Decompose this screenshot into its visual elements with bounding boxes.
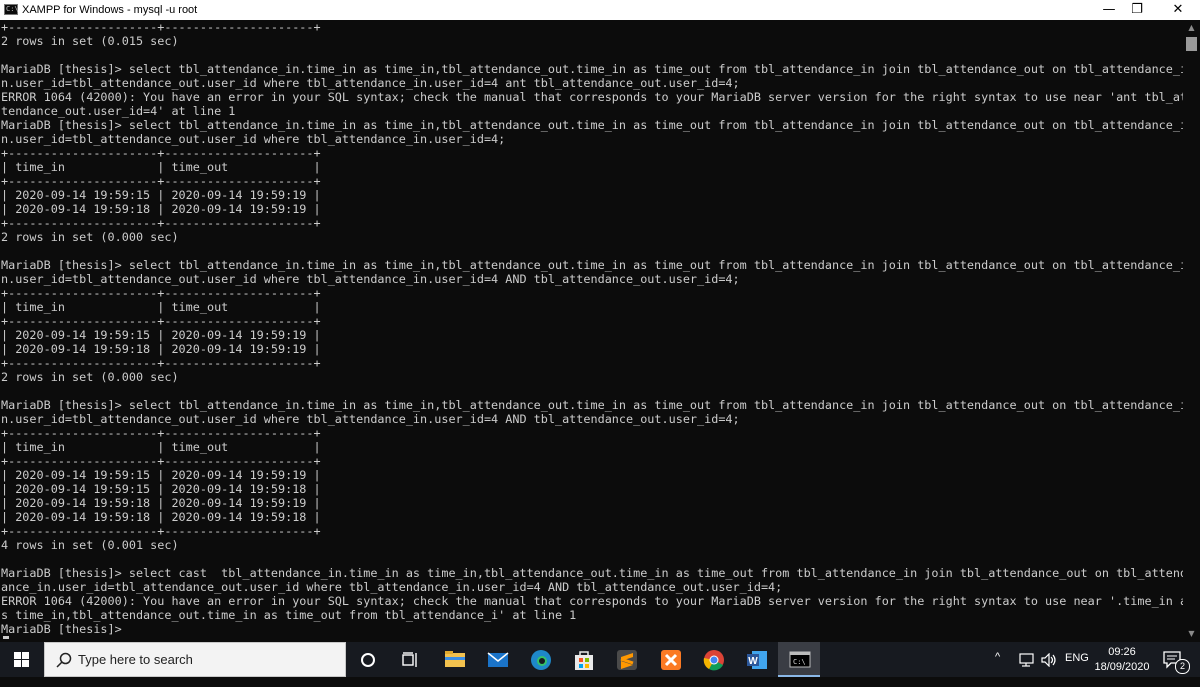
console-line: 2 rows in set (0.000 sec) xyxy=(1,370,179,384)
console-line: | 2020-09-14 19:59:18 | 2020-09-14 19:59… xyxy=(1,496,321,510)
console-line: MariaDB [thesis]> xyxy=(1,622,129,636)
show-hidden-icons-chevron[interactable]: ^ xyxy=(995,651,1000,686)
store-icon xyxy=(575,651,593,670)
edge-button[interactable] xyxy=(519,642,561,677)
clock-time: 09:26 xyxy=(1108,646,1136,658)
scroll-down-button[interactable]: ▼ xyxy=(1183,626,1200,642)
console-line: ERROR 1064 (42000): You have an error in… xyxy=(1,90,1183,104)
console-line: s time_in,tbl_attendance_out.time_in as … xyxy=(1,608,577,622)
window-title-bar[interactable]: C:\ XAMPP for Windows - mysql -u root — … xyxy=(0,0,1200,20)
svg-text:W: W xyxy=(748,656,758,667)
console-line: | 2020-09-14 19:59:15 | 2020-09-14 19:59… xyxy=(1,188,321,202)
console-line: +---------------------+-----------------… xyxy=(1,356,321,370)
word-icon: W xyxy=(747,651,767,669)
sublime-text-icon xyxy=(617,650,637,670)
console-line: +---------------------+-----------------… xyxy=(1,174,321,188)
console-line: | time_in | time_out | xyxy=(1,300,321,314)
console-line: | time_in | time_out | xyxy=(1,440,321,454)
volume-icon[interactable] xyxy=(1040,653,1058,667)
command-prompt-button[interactable]: C:\ xyxy=(778,642,820,677)
console-line: n.user_id=tbl_attendance_out.user_id whe… xyxy=(1,272,740,286)
close-button[interactable]: ✕ xyxy=(1160,0,1196,20)
console-line: MariaDB [thesis]> select tbl_attendance_… xyxy=(1,118,1183,132)
mail-icon xyxy=(487,652,509,667)
console-line: +---------------------+-----------------… xyxy=(1,524,321,538)
console-output[interactable]: +---------------------+-----------------… xyxy=(0,20,1183,642)
cortana-icon xyxy=(361,653,375,667)
scrollbar-thumb[interactable] xyxy=(1186,37,1197,51)
console-line: +---------------------+-----------------… xyxy=(1,146,321,160)
start-button[interactable] xyxy=(0,642,44,677)
console-line: | 2020-09-14 19:59:15 | 2020-09-14 19:59… xyxy=(1,482,321,496)
console-line: MariaDB [thesis]> select tbl_attendance_… xyxy=(1,398,1183,412)
clock-date: 18/09/2020 xyxy=(1094,661,1150,673)
console-line: | 2020-09-14 19:59:15 | 2020-09-14 19:59… xyxy=(1,468,321,482)
console-line: +---------------------+-----------------… xyxy=(1,454,321,468)
console-line: +---------------------+-----------------… xyxy=(1,426,321,440)
console-line: MariaDB [thesis]> select tbl_attendance_… xyxy=(1,62,1183,76)
chrome-icon xyxy=(703,650,724,671)
file-explorer-button[interactable] xyxy=(433,642,475,677)
cortana-button[interactable] xyxy=(346,642,388,677)
taskbar: Type here to search W C:\ ^ ENG 09:26 18… xyxy=(0,642,1200,677)
console-line: ance_in.user_id=tbl_attendance_out.user_… xyxy=(1,580,783,594)
console-line: n.user_id=tbl_attendance_out.user_id whe… xyxy=(1,412,740,426)
xampp-icon xyxy=(661,650,681,670)
console-line: 2 rows in set (0.015 sec) xyxy=(1,34,179,48)
console-line: | 2020-09-14 19:59:15 | 2020-09-14 19:59… xyxy=(1,328,321,342)
console-line: 4 rows in set (0.001 sec) xyxy=(1,538,179,552)
console-line: 2 rows in set (0.000 sec) xyxy=(1,230,179,244)
console-line: tendance_out.user_id=4' at line 1 xyxy=(1,104,236,118)
taskbar-search-box[interactable]: Type here to search xyxy=(44,642,346,677)
microsoft-store-button[interactable] xyxy=(562,642,604,677)
task-view-icon xyxy=(402,652,417,667)
search-icon xyxy=(56,652,72,668)
console-line: | 2020-09-14 19:59:18 | 2020-09-14 19:59… xyxy=(1,342,321,356)
network-icon[interactable] xyxy=(1018,653,1036,667)
notification-count-badge: 2 xyxy=(1175,659,1190,674)
edge-icon xyxy=(531,650,551,670)
console-line: +---------------------+-----------------… xyxy=(1,286,321,300)
vertical-scrollbar[interactable]: ▲ ▼ xyxy=(1183,20,1200,642)
action-center-button[interactable]: 2 xyxy=(1160,642,1200,677)
console-line: n.user_id=tbl_attendance_out.user_id whe… xyxy=(1,132,506,146)
system-clock[interactable]: 09:26 18/09/2020 xyxy=(1090,645,1154,675)
console-line: ERROR 1064 (42000): You have an error in… xyxy=(1,594,1183,608)
task-view-button[interactable] xyxy=(388,642,430,677)
file-explorer-icon xyxy=(445,651,465,667)
console-prompt[interactable] xyxy=(1,628,9,642)
search-placeholder: Type here to search xyxy=(78,652,193,667)
scroll-up-button[interactable]: ▲ xyxy=(1183,20,1200,36)
chrome-button[interactable] xyxy=(692,642,734,677)
text-cursor xyxy=(3,636,9,639)
language-indicator[interactable]: ENG xyxy=(1065,652,1089,687)
console-line: +---------------------+-----------------… xyxy=(1,20,321,34)
console-line: MariaDB [thesis]> select cast tbl_attend… xyxy=(1,566,1183,580)
console-line: | 2020-09-14 19:59:18 | 2020-09-14 19:59… xyxy=(1,202,321,216)
windows-logo-icon xyxy=(14,652,29,667)
console-app-icon[interactable]: C:\ xyxy=(4,4,19,15)
svg-text:C:\: C:\ xyxy=(793,658,806,666)
console-line: | 2020-09-14 19:59:18 | 2020-09-14 19:59… xyxy=(1,510,321,524)
console-line: MariaDB [thesis]> select tbl_attendance_… xyxy=(1,258,1183,272)
console-line: +---------------------+-----------------… xyxy=(1,314,321,328)
console-line: n.user_id=tbl_attendance_out.user_id whe… xyxy=(1,76,740,90)
window-title: XAMPP for Windows - mysql -u root xyxy=(22,4,198,16)
xampp-button[interactable] xyxy=(649,642,691,677)
command-prompt-icon: C:\ xyxy=(789,651,811,668)
mail-button[interactable] xyxy=(476,642,518,677)
console-line: +---------------------+-----------------… xyxy=(1,216,321,230)
restore-button[interactable]: ❐ xyxy=(1119,0,1155,20)
word-button[interactable]: W xyxy=(735,642,777,677)
sublime-text-button[interactable] xyxy=(605,642,647,677)
console-line: | time_in | time_out | xyxy=(1,160,321,174)
